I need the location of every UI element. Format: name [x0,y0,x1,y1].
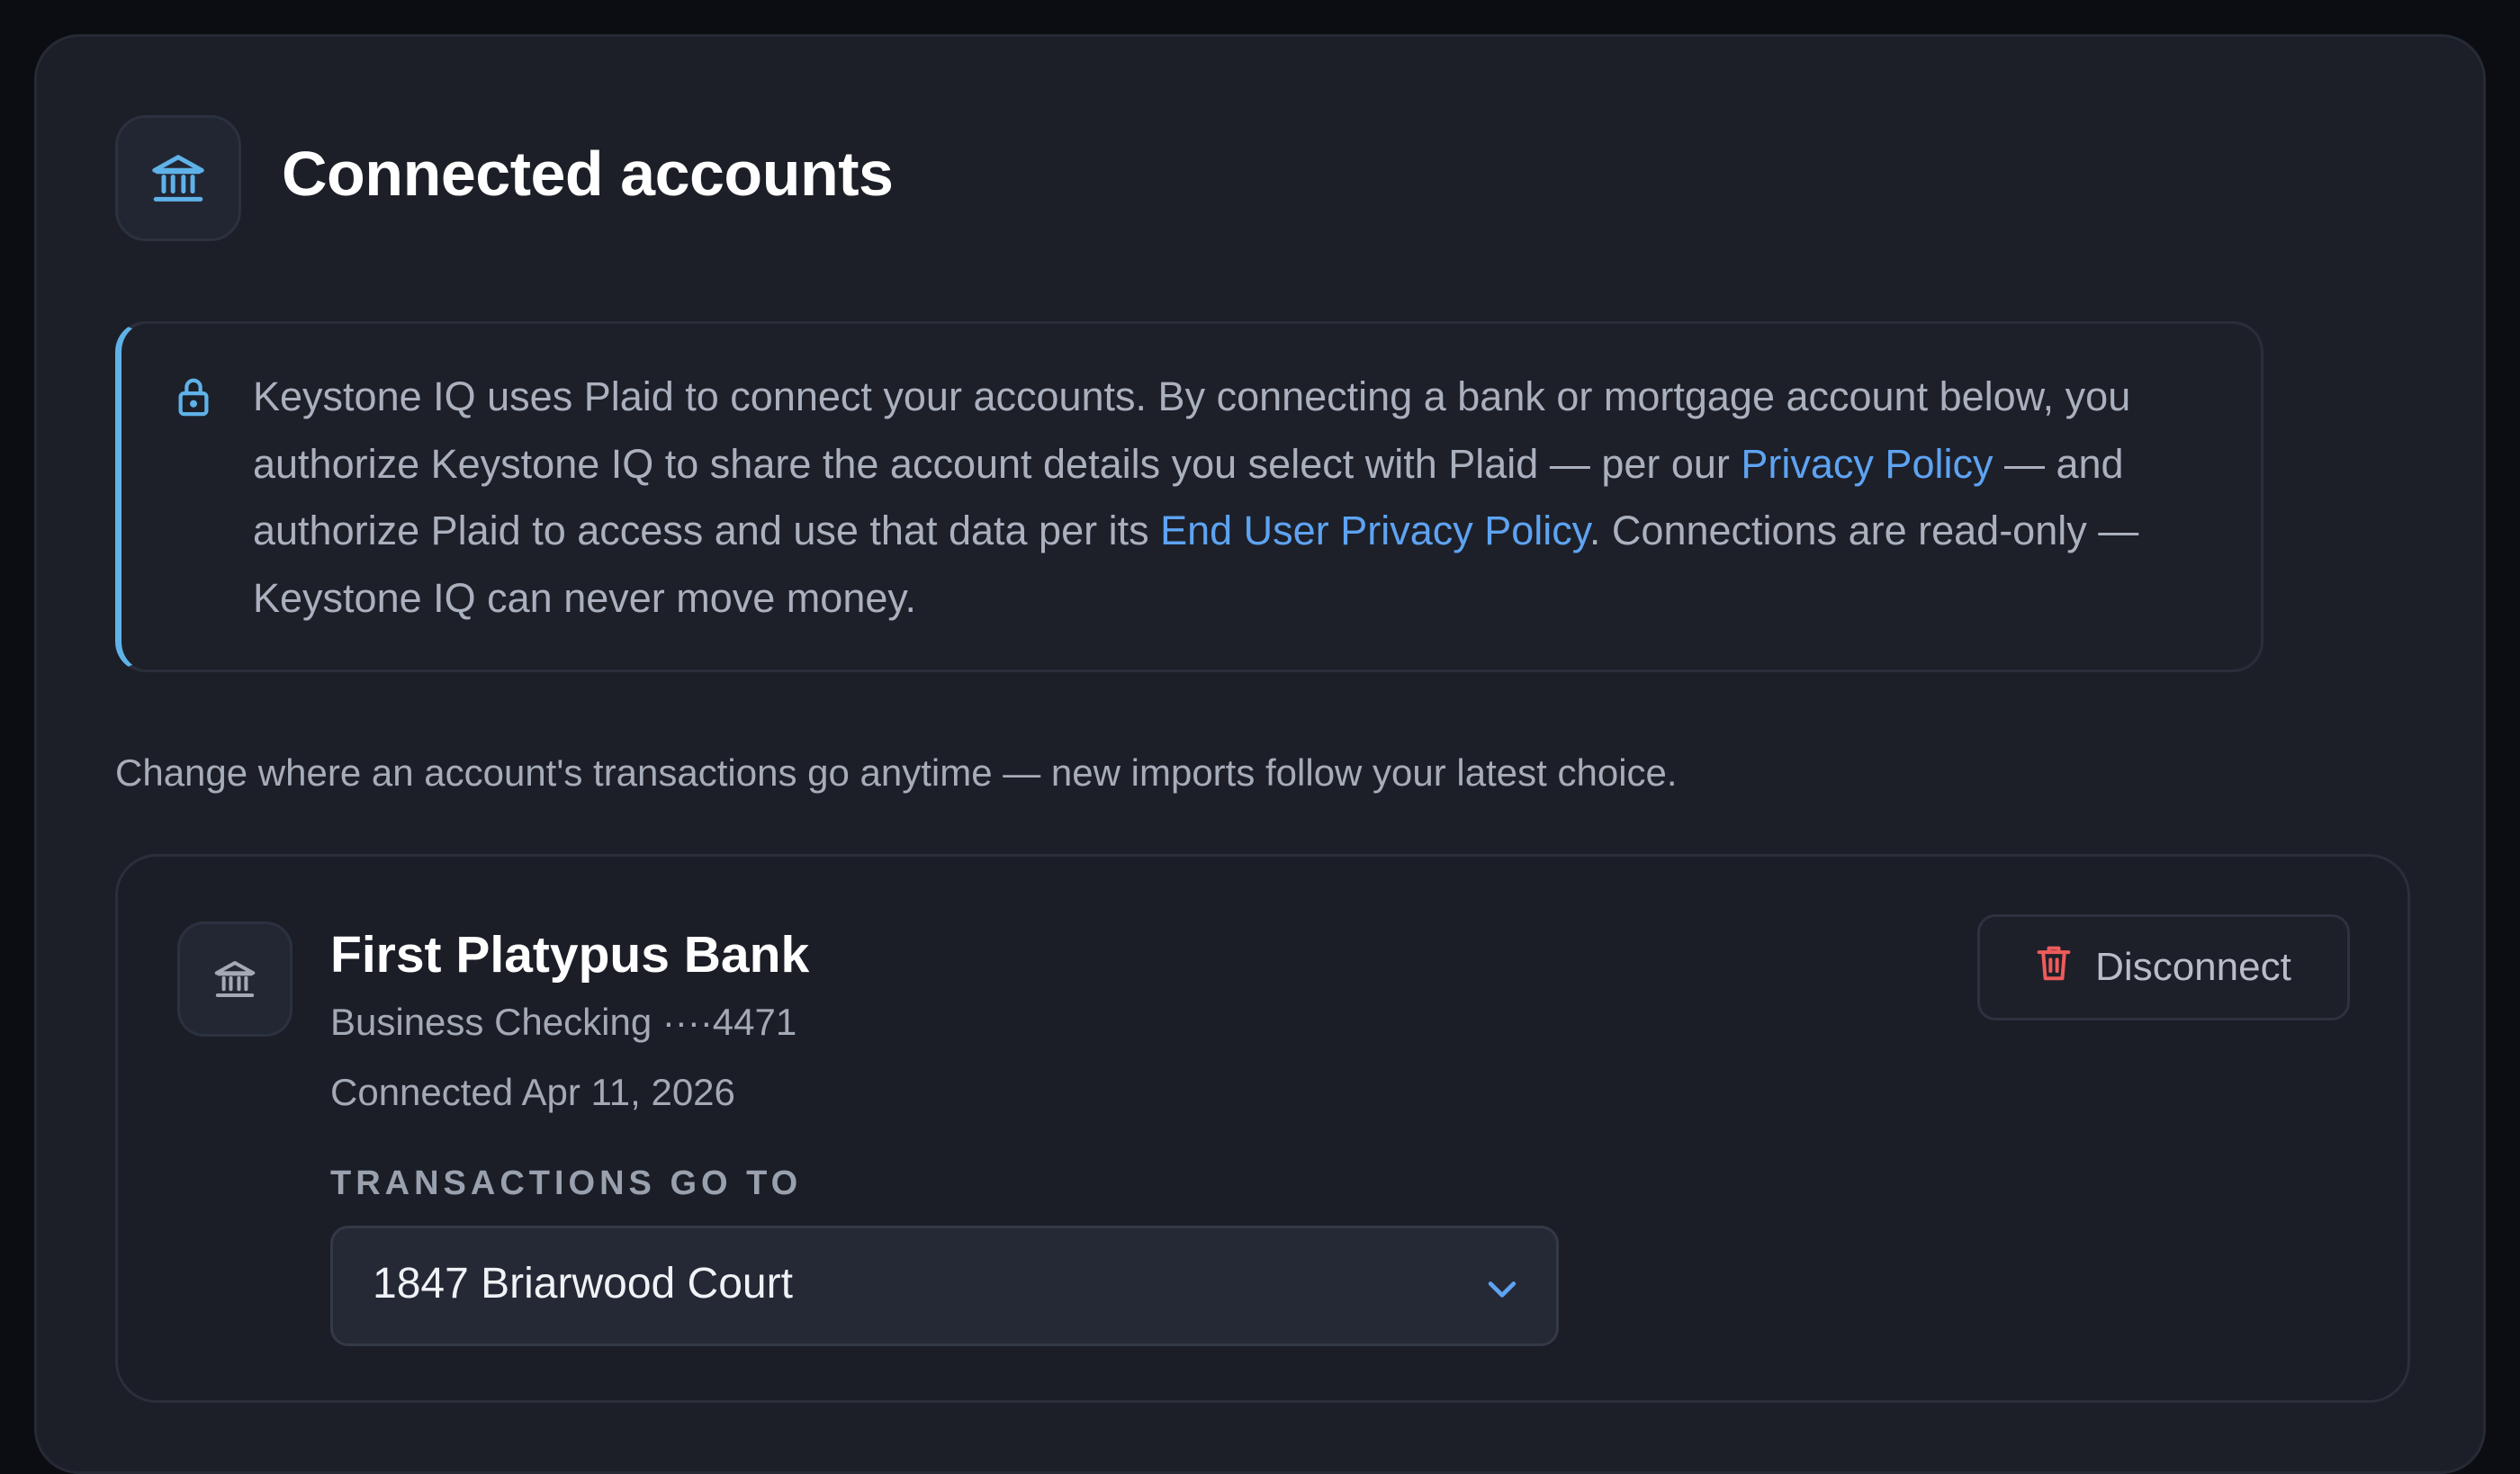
destination-value: 1847 Briarwood Court [373,1260,793,1308]
privacy-policy-link[interactable]: Privacy Policy [1741,441,1993,487]
connected-date: Connected Apr 11, 2026 [330,1071,735,1113]
lock-icon [176,376,212,422]
bank-name: First Platypus Bank [330,926,810,984]
disconnect-label: Disconnect [2095,945,2291,989]
account-number: Business Checking ····4471 [330,1001,797,1043]
disconnect-button[interactable]: Disconnect [1977,914,2350,1020]
chevron-down-icon [1482,1269,1522,1313]
notice-text: Keystone IQ uses Plaid to connect your a… [253,364,2197,632]
bank-icon [115,115,241,241]
page-title: Connected accounts [282,139,894,209]
transactions-go-to-label: TRANSACTIONS GO TO [330,1164,803,1202]
account-card: First Platypus Bank Business Checking ··… [115,854,2410,1403]
end-user-privacy-policy-link[interactable]: End User Privacy Policy [1160,508,1589,553]
subtext: Change where an account's transactions g… [115,751,1678,794]
destination-select[interactable]: 1847 Briarwood Court [330,1226,1559,1346]
trash-icon [2036,943,2072,993]
bank-icon [177,921,292,1037]
connected-accounts-panel: Connected accounts Keystone IQ uses Plai… [34,34,2486,1474]
plaid-notice: Keystone IQ uses Plaid to connect your a… [115,321,2264,672]
